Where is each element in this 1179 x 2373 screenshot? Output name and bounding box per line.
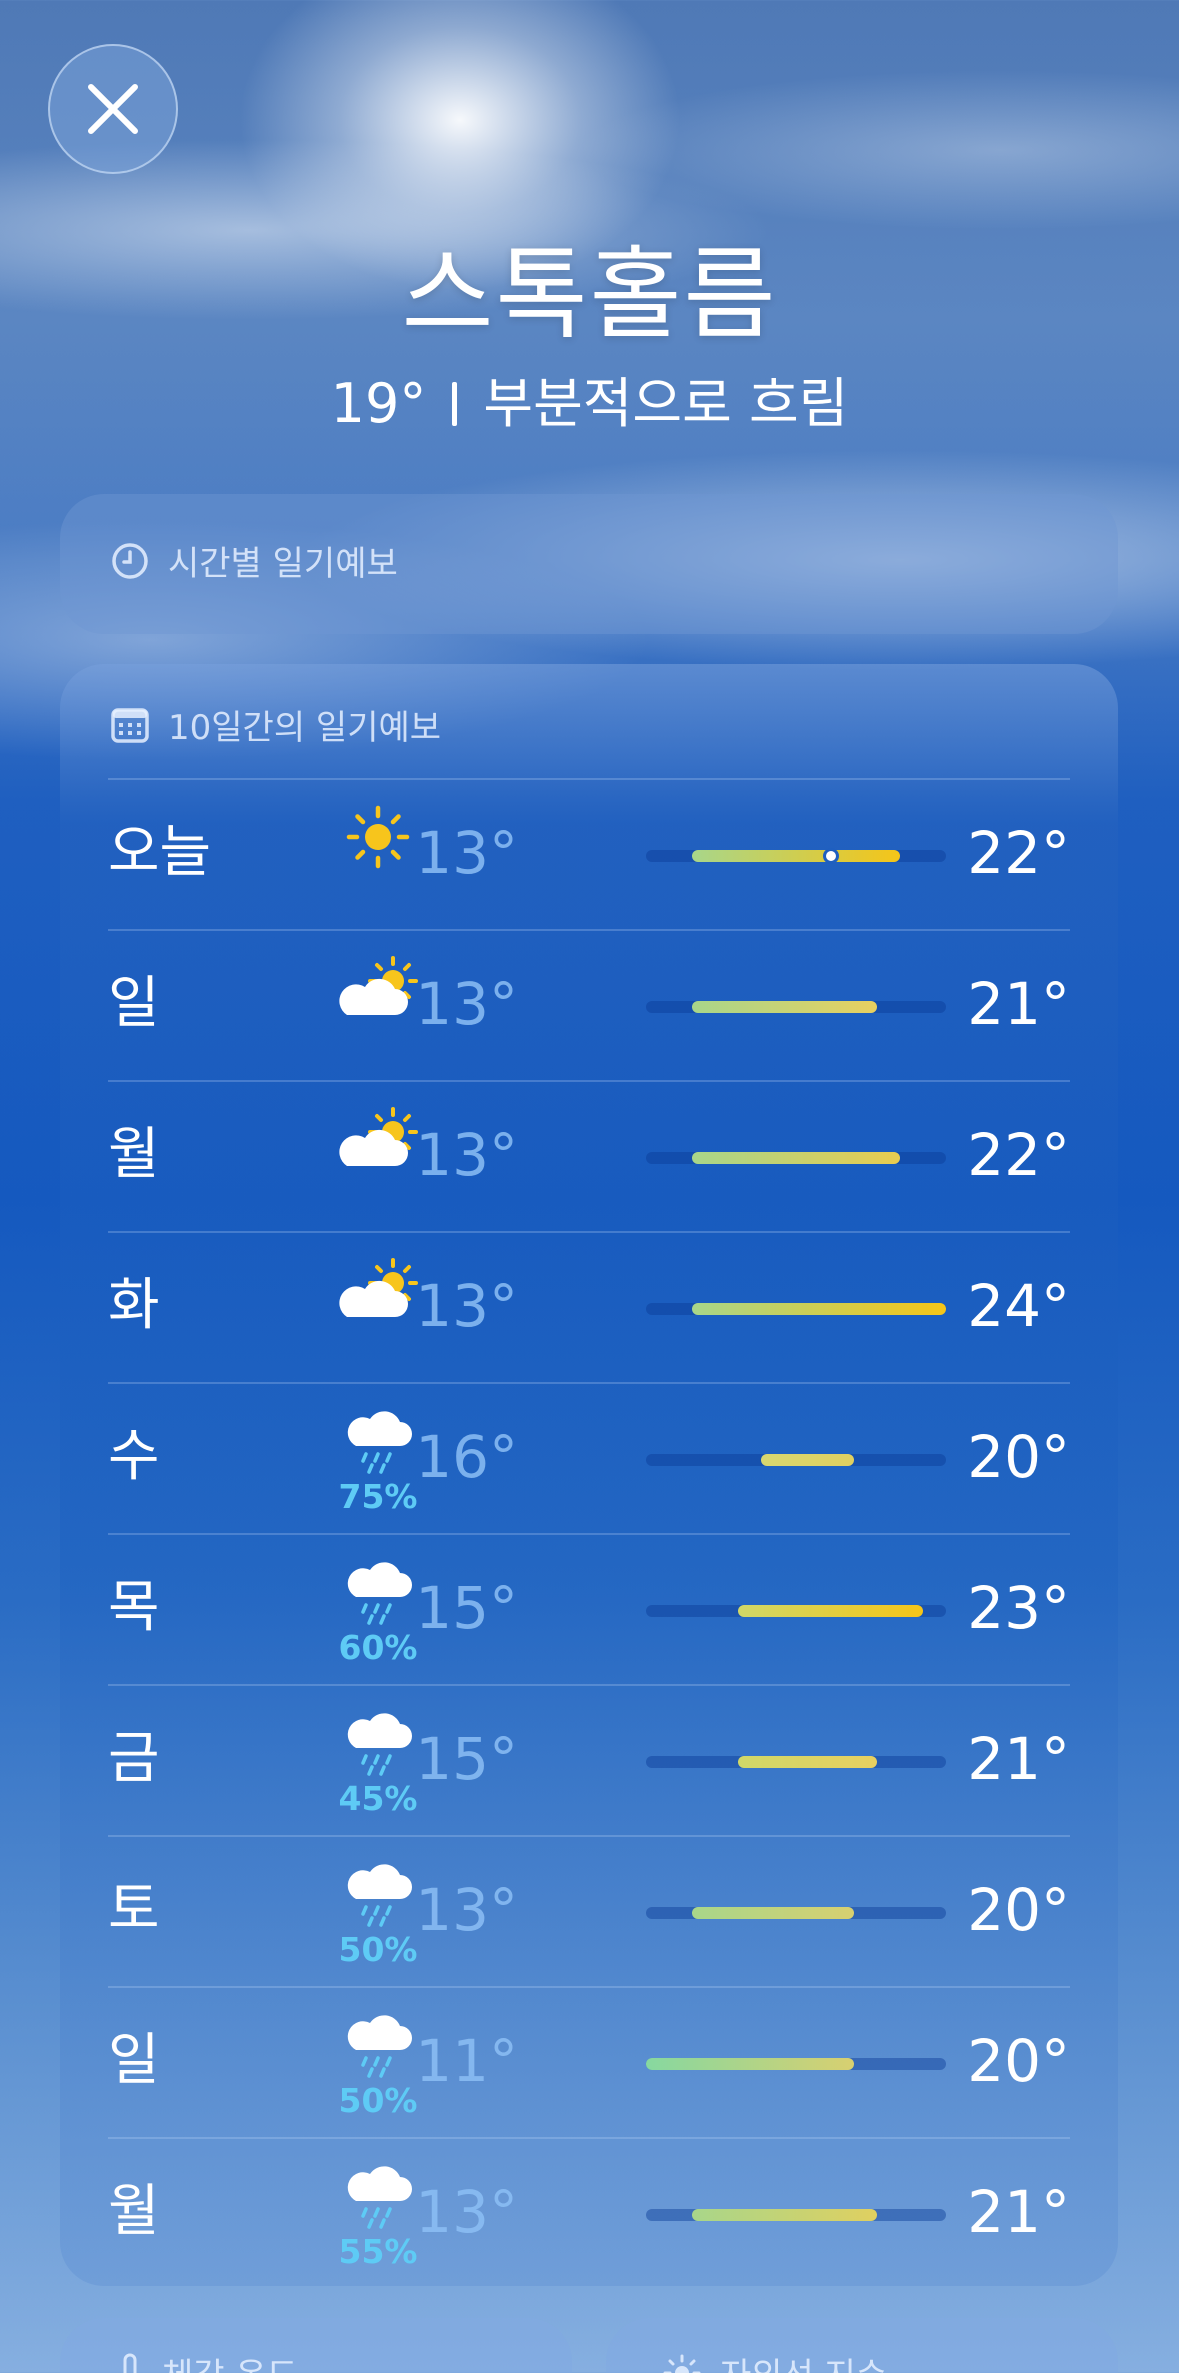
forecast-day-label: 수 bbox=[108, 1424, 160, 1489]
daily-forecast-header: 10일간의 일기예보 bbox=[110, 700, 441, 749]
daily-forecast-title: 10일간의 일기예보 bbox=[168, 708, 442, 748]
temperature-range-bar bbox=[646, 1756, 946, 1768]
forecast-day-label: 일 bbox=[108, 2028, 160, 2093]
low-temperature: 13° bbox=[415, 970, 518, 1038]
forecast-day-label: 월 bbox=[108, 2179, 160, 2244]
forecast-day-label: 화 bbox=[108, 1273, 160, 1338]
temperature-range-bar bbox=[646, 1303, 946, 1315]
uv-index-card[interactable]: 자외선 지수 bbox=[606, 2318, 1118, 2373]
low-temperature: 15° bbox=[415, 1725, 518, 1793]
forecast-row[interactable]: 화 13° 24° bbox=[108, 1231, 1070, 1382]
low-temperature: 11° bbox=[415, 2027, 518, 2095]
forecast-row[interactable]: 수 75% 16° 20° bbox=[108, 1382, 1070, 1533]
forecast-day-label: 오늘 bbox=[108, 820, 212, 885]
clock-icon bbox=[112, 542, 148, 579]
feels-like-card[interactable]: 체감 온도 bbox=[60, 2318, 572, 2373]
current-temperature-marker bbox=[822, 848, 839, 864]
current-condition: 부분적으로 흐림 bbox=[483, 372, 849, 435]
temperature-range-fill bbox=[646, 2058, 854, 2070]
high-temperature: 21° bbox=[967, 1725, 1070, 1793]
low-temperature: 15° bbox=[415, 1574, 518, 1642]
forecast-day-label: 금 bbox=[108, 1726, 160, 1791]
feels-like-header: 체감 온도 bbox=[116, 2348, 298, 2373]
current-summary: 19° 부분적으로 흐림 bbox=[0, 372, 1179, 436]
low-temperature: 13° bbox=[415, 2178, 518, 2246]
thermometer-icon bbox=[123, 2353, 137, 2373]
high-temperature: 22° bbox=[967, 819, 1070, 887]
forecast-row[interactable]: 일 50% 11° 20° bbox=[108, 1986, 1070, 2137]
temperature-range-bar bbox=[646, 1907, 946, 1919]
hourly-forecast-title: 시간별 일기예보 bbox=[168, 544, 398, 584]
low-temperature: 13° bbox=[415, 1272, 518, 1340]
temperature-range-bar bbox=[646, 2209, 946, 2221]
temperature-range-fill bbox=[738, 1605, 923, 1617]
temperature-range-fill bbox=[738, 1756, 877, 1768]
temperature-range-bar bbox=[646, 1152, 946, 1164]
hourly-forecast-card[interactable]: 시간별 일기예보 bbox=[60, 494, 1118, 634]
forecast-row[interactable]: 오늘 13° 22° bbox=[108, 778, 1070, 929]
high-temperature: 21° bbox=[967, 970, 1070, 1038]
forecast-row[interactable]: 월 13° 22° bbox=[108, 1080, 1070, 1231]
calendar-icon bbox=[111, 707, 149, 743]
high-temperature: 21° bbox=[967, 2178, 1070, 2246]
low-temperature: 13° bbox=[415, 1876, 518, 1944]
sun-icon bbox=[663, 2354, 701, 2373]
temperature-range-fill bbox=[692, 2209, 877, 2221]
city-name: 스톡홀름 bbox=[401, 236, 778, 353]
daily-forecast-card[interactable]: 10일간의 일기예보 오늘 13° 22° 일 13° 21° 월 13° 22° 화 13° 24°… bbox=[60, 664, 1118, 2286]
temperature-range-fill bbox=[692, 1001, 877, 1013]
forecast-row[interactable]: 일 13° 21° bbox=[108, 929, 1070, 1080]
uv-index-title: 자외선 지수 bbox=[720, 2348, 887, 2373]
low-temperature: 16° bbox=[415, 1423, 518, 1491]
high-temperature: 24° bbox=[967, 1272, 1070, 1340]
forecast-row[interactable]: 토 50% 13° 20° bbox=[108, 1835, 1070, 1986]
temperature-range-fill bbox=[692, 850, 900, 862]
uv-index-header: 자외선 지수 bbox=[662, 2348, 887, 2373]
temperature-range-fill bbox=[761, 1454, 854, 1466]
close-button[interactable] bbox=[48, 44, 178, 174]
temperature-range-bar bbox=[646, 848, 946, 864]
feels-like-title: 체감 온도 bbox=[162, 2348, 298, 2373]
temperature-range-fill bbox=[692, 1303, 946, 1315]
forecast-row[interactable]: 월 55% 13° 21° bbox=[108, 2137, 1070, 2288]
daily-forecast-list: 오늘 13° 22° 일 13° 21° 월 13° 22° 화 13° 24° 수 75% 16° 20° 목… bbox=[108, 778, 1070, 2288]
low-temperature: 13° bbox=[415, 1121, 518, 1189]
temperature-range-bar bbox=[646, 1454, 946, 1466]
forecast-day-label: 토 bbox=[108, 1877, 160, 1942]
forecast-day-label: 월 bbox=[108, 1122, 160, 1187]
high-temperature: 22° bbox=[967, 1121, 1070, 1189]
hourly-forecast-header: 시간별 일기예보 bbox=[110, 536, 398, 585]
temperature-range-fill bbox=[692, 1907, 854, 1919]
divider bbox=[452, 382, 458, 426]
temperature-range-bar bbox=[646, 1605, 946, 1617]
forecast-row[interactable]: 목 60% 15° 23° bbox=[108, 1533, 1070, 1684]
low-temperature: 13° bbox=[415, 819, 518, 887]
high-temperature: 20° bbox=[967, 1876, 1070, 1944]
high-temperature: 20° bbox=[967, 1423, 1070, 1491]
close-icon bbox=[88, 84, 138, 134]
high-temperature: 23° bbox=[967, 1574, 1070, 1642]
high-temperature: 20° bbox=[967, 2027, 1070, 2095]
location-header: 스톡홀름 19° 부분적으로 흐림 bbox=[0, 240, 1179, 436]
forecast-day-label: 목 bbox=[108, 1575, 160, 1640]
forecast-day-label: 일 bbox=[108, 971, 160, 1036]
temperature-range-bar bbox=[646, 2058, 946, 2070]
forecast-row[interactable]: 금 45% 15° 21° bbox=[108, 1684, 1070, 1835]
temperature-range-fill bbox=[692, 1152, 900, 1164]
current-temperature: 19° bbox=[330, 372, 427, 435]
temperature-range-bar bbox=[646, 1001, 946, 1013]
